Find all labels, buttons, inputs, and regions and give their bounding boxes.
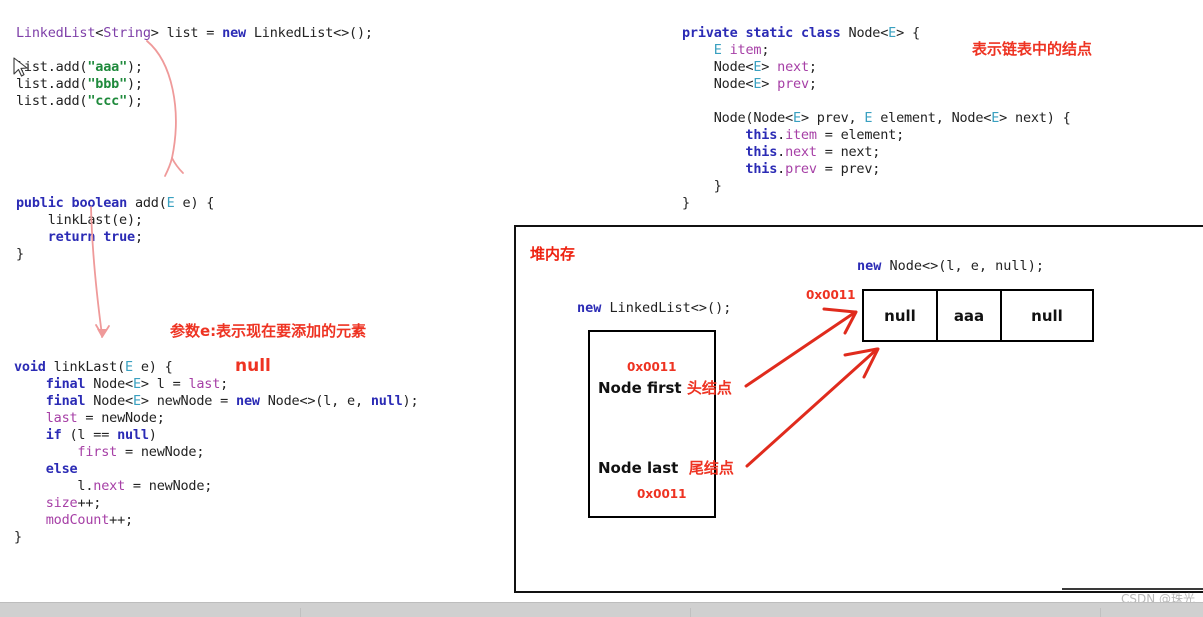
annotation-null-hint: null bbox=[235, 356, 271, 376]
last-node-label-text: Node last bbox=[598, 459, 679, 477]
node-address: 0x0011 bbox=[806, 288, 856, 302]
annotation-param-note: 参数e:表示现在要添加的元素 bbox=[170, 322, 367, 340]
node-cells-box: null aaa null bbox=[862, 289, 1094, 342]
code-block-add-method: public boolean add(E e) { linkLast(e); r… bbox=[16, 195, 215, 262]
editor-canvas: LinkedList<String> list = new LinkedList… bbox=[0, 0, 1203, 617]
bottom-taskbar[interactable] bbox=[0, 602, 1203, 617]
annotation-node-class-note: 表示链表中的结点 bbox=[972, 40, 1093, 58]
first-node-label-cn: 头结点 bbox=[686, 379, 732, 397]
code-block-linklast-method: void linkLast(E e) { final Node<E> l = l… bbox=[14, 359, 419, 545]
linkedlist-construct-keyword: new bbox=[577, 300, 602, 316]
last-node-label: Node last 尾结点 bbox=[598, 457, 734, 478]
last-node-label-cn: 尾结点 bbox=[688, 459, 734, 477]
first-node-address: 0x0011 bbox=[627, 360, 677, 374]
code-block-list-usage: LinkedList<String> list = new LinkedList… bbox=[16, 25, 373, 109]
node-cell-item: aaa bbox=[938, 291, 1002, 340]
node-construct-rest: Node<>(l, e, null); bbox=[881, 258, 1044, 274]
heap-memory-title: 堆内存 bbox=[530, 245, 576, 263]
code-block-list-usage-text: LinkedList<String> list = new LinkedList… bbox=[16, 8, 17, 9]
node-cell-prev: null bbox=[864, 291, 938, 340]
node-construct-label: new Node<>(l, e, null); bbox=[857, 258, 1044, 274]
linkedlist-construct-label: new LinkedList<>(); bbox=[577, 300, 731, 316]
last-node-address: 0x0011 bbox=[637, 487, 687, 501]
node-construct-keyword: new bbox=[857, 258, 882, 274]
linkedlist-construct-rest: LinkedList<>(); bbox=[601, 300, 732, 316]
first-node-label-text: Node first bbox=[598, 379, 682, 397]
first-node-label: Node first 头结点 bbox=[598, 377, 732, 398]
node-cell-next: null bbox=[1031, 306, 1063, 325]
